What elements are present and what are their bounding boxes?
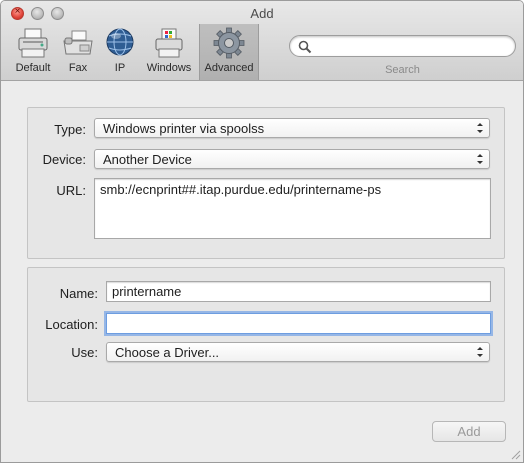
add-button[interactable]: Add — [432, 421, 506, 442]
toolbar-item-fax[interactable]: Fax — [61, 27, 95, 79]
toolbar-item-label: Default — [15, 62, 51, 74]
location-field[interactable] — [106, 313, 491, 334]
popup-arrows-icon — [477, 154, 483, 164]
search-label: Search — [385, 64, 420, 76]
add-printer-window: Add × Default Fax IP Windows Advanced Se… — [0, 0, 524, 463]
fax-icon — [63, 30, 93, 55]
minimize-window-button[interactable] — [31, 7, 44, 20]
search-input[interactable] — [316, 38, 506, 54]
device-popup[interactable]: Another Device — [94, 149, 490, 169]
toolbar-item-label: Advanced — [204, 62, 254, 74]
search-field[interactable] — [289, 35, 516, 57]
toolbar-item-windows[interactable]: Windows — [143, 27, 195, 79]
search-icon — [298, 40, 312, 54]
close-icon: × — [14, 6, 21, 17]
windows-printer-icon — [155, 28, 183, 58]
default-printer-icon — [18, 28, 48, 58]
toolbar-item-default[interactable]: Default — [9, 27, 57, 79]
driver-popup[interactable]: Choose a Driver... — [106, 342, 490, 362]
type-popup[interactable]: Windows printer via spoolss — [94, 118, 490, 138]
popup-arrows-icon — [477, 347, 483, 357]
popup-arrows-icon — [477, 123, 483, 133]
toolbar-item-label: Windows — [146, 62, 192, 74]
toolbar: Add × Default Fax IP Windows Advanced Se… — [1, 1, 523, 81]
toolbar-item-label: Fax — [68, 62, 88, 74]
use-label: Use: — [71, 345, 98, 360]
location-label: Location: — [45, 317, 98, 332]
gear-icon — [213, 27, 245, 59]
url-label: URL: — [56, 183, 86, 198]
zoom-window-button[interactable] — [51, 7, 64, 20]
url-field[interactable]: smb://ecnprint##.itap.purdue.edu/printer… — [94, 178, 491, 239]
name-field[interactable]: printername — [106, 281, 491, 302]
name-label: Name: — [59, 286, 98, 301]
resize-grip-icon[interactable] — [510, 449, 521, 460]
close-window-button[interactable]: × — [11, 6, 24, 20]
window-title: Add — [250, 6, 274, 21]
globe-icon — [106, 28, 134, 56]
device-value: Another Device — [103, 152, 192, 167]
toolbar-item-advanced[interactable]: Advanced — [199, 24, 259, 80]
type-label: Type: — [54, 122, 86, 137]
toolbar-item-ip[interactable]: IP — [102, 27, 138, 79]
type-value: Windows printer via spoolss — [103, 121, 265, 136]
toolbar-item-label: IP — [114, 62, 126, 74]
driver-value: Choose a Driver... — [115, 345, 220, 360]
device-label: Device: — [42, 152, 86, 167]
